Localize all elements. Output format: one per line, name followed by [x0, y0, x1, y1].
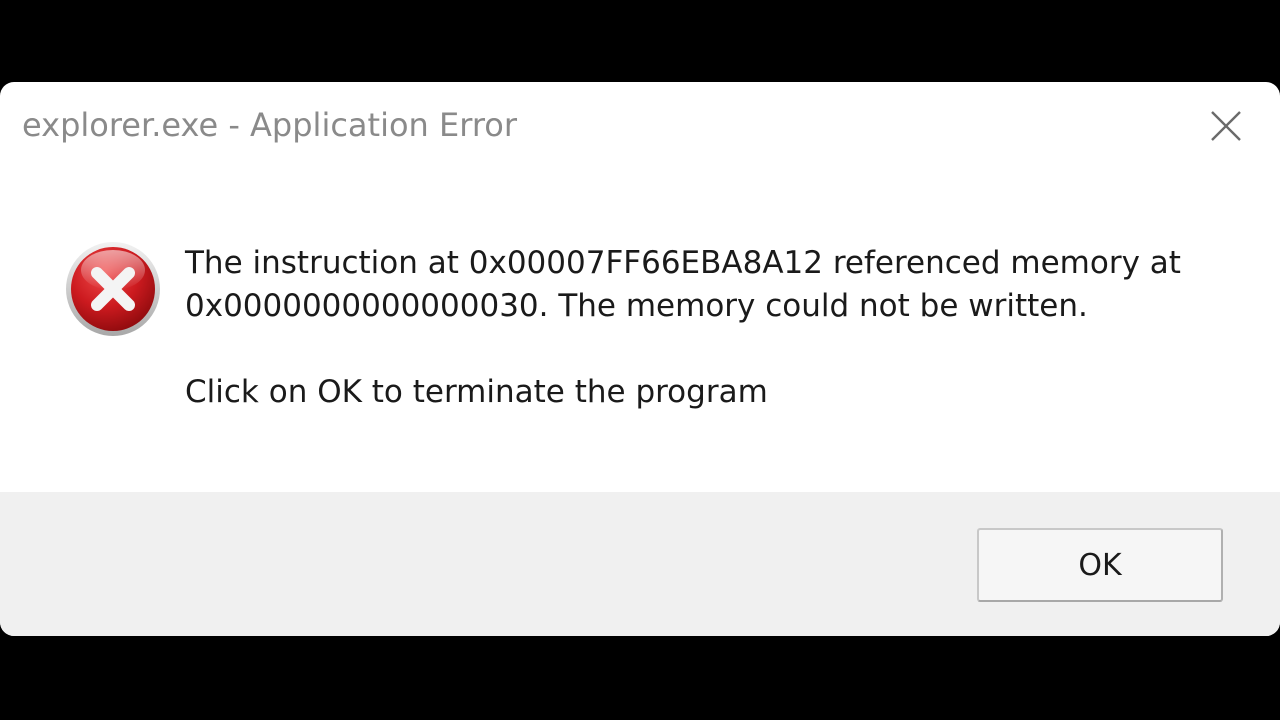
error-message: The instruction at 0x00007FF66EBA8A12 re… [185, 242, 1245, 414]
close-icon [1211, 111, 1241, 141]
dialog-title: explorer.exe - Application Error [22, 106, 517, 144]
message-line-1: The instruction at 0x00007FF66EBA8A12 re… [185, 245, 1181, 281]
error-icon [66, 242, 160, 336]
screen: explorer.exe - Application Error The ins… [0, 0, 1280, 720]
close-button[interactable] [1196, 96, 1256, 156]
message-line-2: 0x0000000000000030. The memory could not… [185, 288, 1088, 324]
ok-button[interactable]: OK [977, 528, 1223, 602]
error-dialog: explorer.exe - Application Error The ins… [0, 82, 1280, 636]
title-bar: explorer.exe - Application Error [0, 82, 1280, 168]
instruction-text: Click on OK to terminate the program [185, 374, 768, 410]
dialog-content: The instruction at 0x00007FF66EBA8A12 re… [0, 168, 1280, 492]
button-bar: OK [0, 492, 1280, 636]
